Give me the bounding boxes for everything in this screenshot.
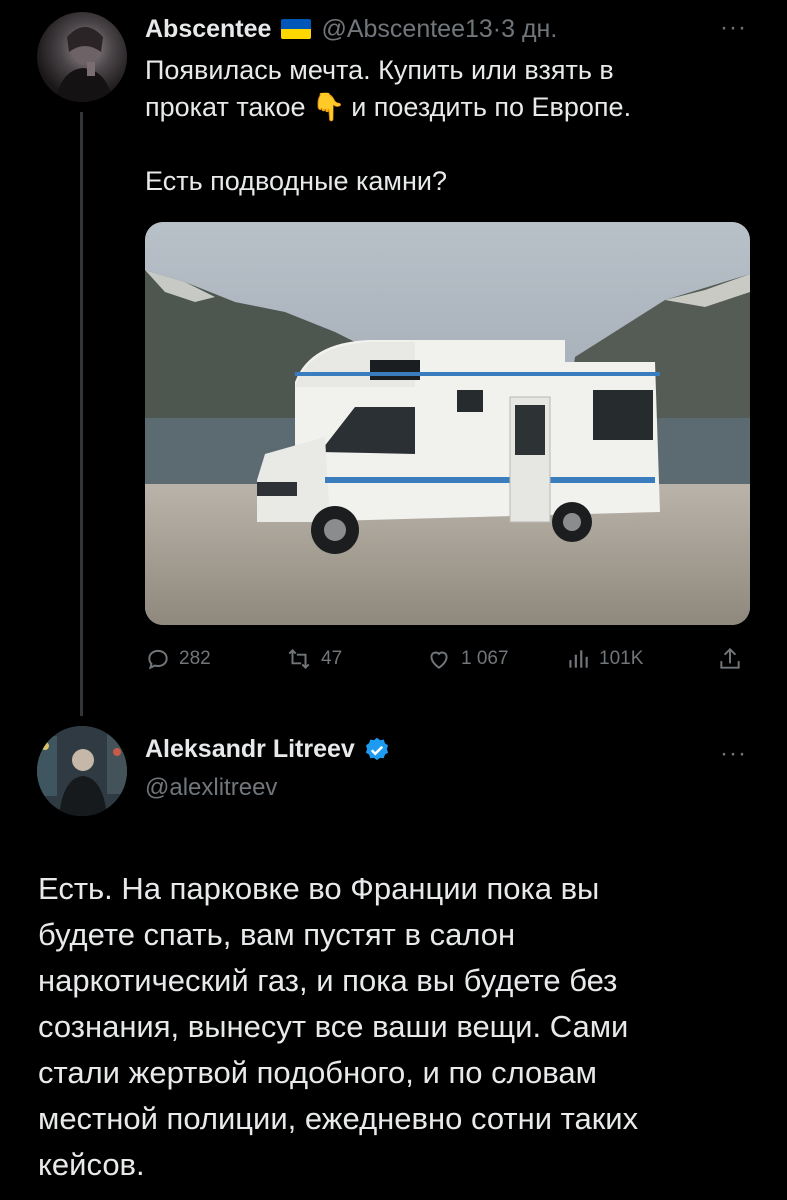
like-button[interactable]: 1 067 — [425, 642, 509, 676]
repost-icon — [288, 648, 310, 670]
tweet2-author-row: Aleksandr Litreev — [145, 735, 391, 764]
author-handle[interactable]: @alexlitreev — [145, 774, 277, 802]
views-count: 101K — [599, 648, 644, 669]
like-icon — [430, 651, 448, 669]
share-icon — [720, 647, 740, 669]
tweet2-text: Есть. На парковке во Франции пока вы буд… — [38, 866, 758, 1188]
tweet-line: Появилась мечта. Купить или взять в — [145, 55, 614, 85]
tweet-line: наркотический газ, и пока вы будете без — [38, 963, 618, 998]
views-icon — [569, 650, 588, 668]
like-count: 1 067 — [461, 648, 509, 669]
views-button[interactable]: 101K — [565, 642, 643, 676]
verified-icon — [365, 737, 388, 760]
tweet-line: прокат такое 👇 и поездить по Европе. — [145, 89, 755, 126]
tweet-line-part: и поездить по Европе. — [351, 92, 632, 122]
pointing-down-icon: 👇 — [311, 92, 346, 122]
reply-icon — [148, 649, 168, 670]
ukraine-flag-icon — [281, 19, 312, 39]
author-handle[interactable]: @Abscentee13 — [321, 15, 492, 44]
tweet1-text: Появилась мечта. Купить или взять в прок… — [145, 52, 755, 200]
tweet-line: стали жертвой подобного, и по словам — [38, 1055, 597, 1090]
reply-button[interactable]: 282 — [145, 642, 211, 676]
tweet-line: сознания, вынесут все ваши вещи. Сами — [38, 1009, 629, 1044]
more-icon[interactable]: ··· — [720, 14, 747, 42]
separator: · — [492, 14, 502, 43]
avatar-abscentee[interactable] — [37, 12, 127, 102]
repost-button[interactable]: 47 — [285, 642, 342, 676]
tweet1-header: Abscentee @Abscentee13 · 3 дн. — [145, 12, 557, 46]
tweet1-actions: 282 47 1 067 101K — [145, 642, 750, 676]
tweet-line: Есть. На парковке во Франции пока вы — [38, 871, 600, 906]
tweet-media-image[interactable] — [145, 222, 750, 625]
author-name[interactable]: Aleksandr Litreev — [145, 735, 355, 764]
tweet-time[interactable]: 3 дн. — [501, 15, 557, 44]
share-button[interactable] — [717, 642, 751, 676]
author-name[interactable]: Abscentee — [145, 15, 271, 44]
tweet-line: будете спать, вам пустят в салон — [38, 917, 516, 952]
tweet-line: Есть подводные камни? — [145, 166, 447, 196]
tweet-line: местной полиции, ежедневно сотни таких — [38, 1101, 639, 1136]
tweet-line: кейсов. — [38, 1147, 145, 1182]
reply-count: 282 — [179, 648, 211, 669]
tweet-line-part: прокат такое — [145, 92, 306, 122]
more-icon[interactable]: ··· — [720, 740, 747, 768]
repost-count: 47 — [321, 648, 343, 669]
tweet-line — [145, 126, 755, 163]
thread-line — [80, 112, 83, 716]
avatar-aleksandr-litreev[interactable] — [37, 726, 127, 816]
